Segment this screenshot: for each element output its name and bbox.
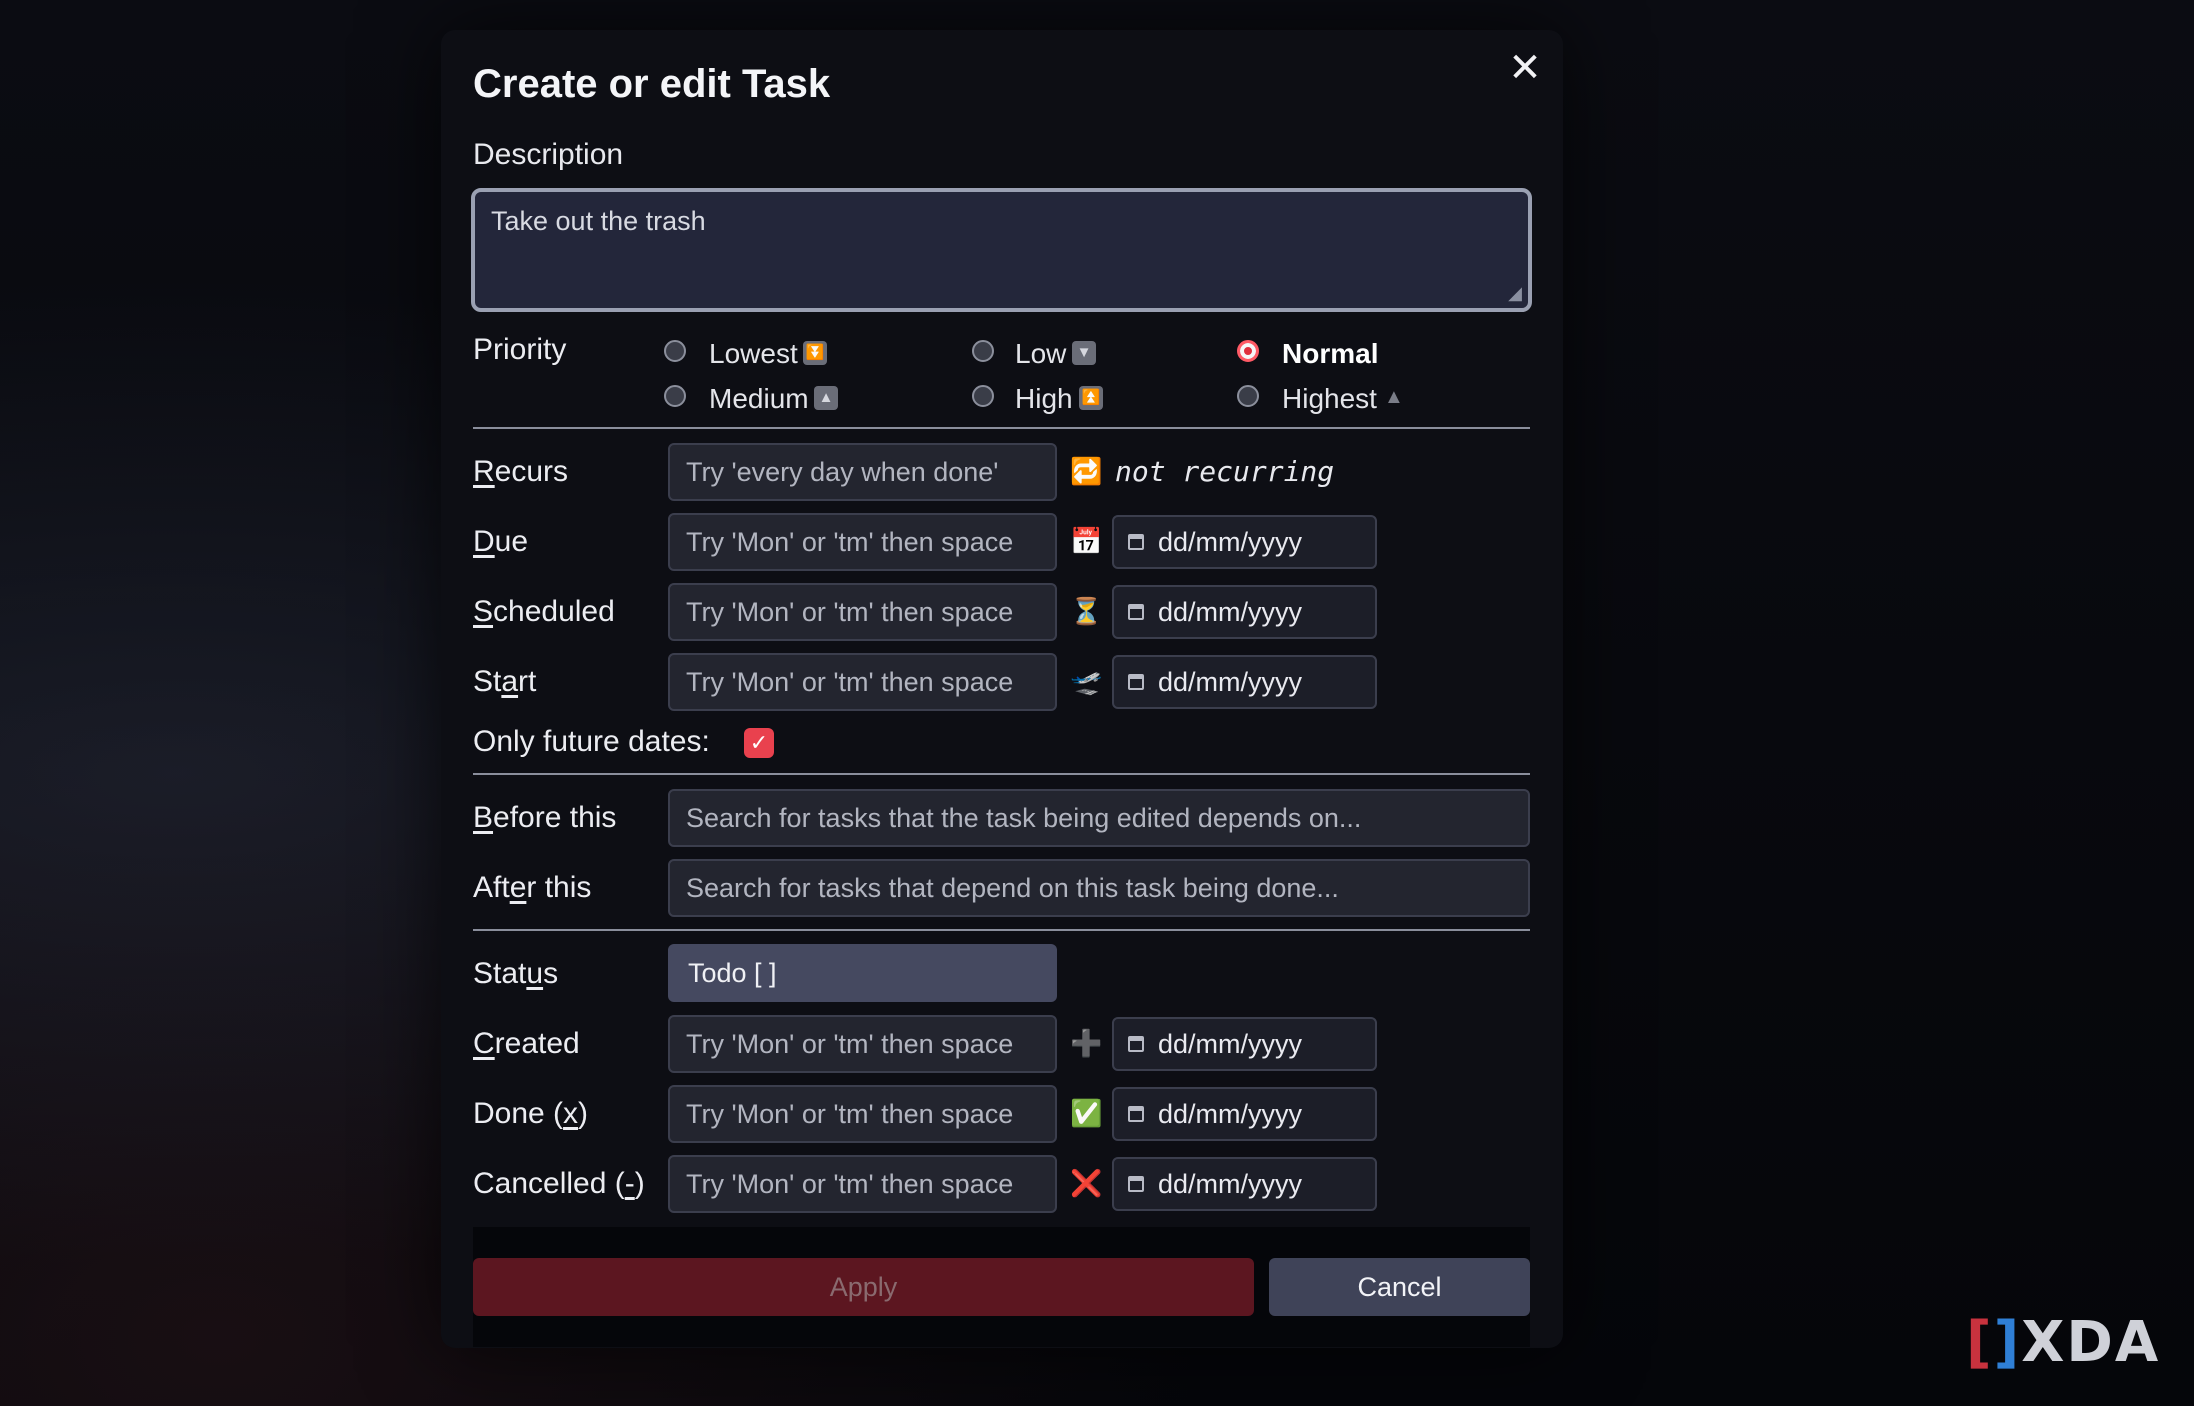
date-picker-icon[interactable] (1128, 1036, 1144, 1052)
resize-handle-icon[interactable]: ◢ (1508, 283, 1522, 304)
apply-button[interactable]: Apply (473, 1258, 1254, 1316)
recurs-input[interactable]: Try 'every day when done' (668, 443, 1057, 501)
priority-label-medium: Medium (709, 383, 809, 414)
before-this-label: Before this (473, 801, 617, 834)
created-placeholder: Try 'Mon' or 'tm' then space (686, 1028, 1014, 1059)
divider (473, 773, 1530, 775)
hourglass-icon: ⏳ (1070, 596, 1103, 626)
date-picker-icon[interactable] (1128, 604, 1144, 620)
before-this-placeholder: Search for tasks that the task being edi… (686, 802, 1362, 833)
dialog-title: Create or edit Task (473, 62, 831, 106)
cancelled-input[interactable]: Try 'Mon' or 'tm' then space (668, 1155, 1057, 1213)
priority-radio-normal[interactable] (1237, 340, 1259, 362)
plus-icon: ➕ (1070, 1028, 1103, 1058)
cancelled-placeholder: Try 'Mon' or 'tm' then space (686, 1168, 1014, 1199)
priority-radio-low[interactable] (972, 340, 994, 362)
date-picker-icon[interactable] (1128, 674, 1144, 690)
calendar-icon: 📅 (1070, 526, 1103, 556)
start-date-placeholder: dd/mm/yyyy (1158, 666, 1303, 697)
divider (473, 929, 1530, 931)
status-label: Status (473, 957, 559, 990)
watermark-text: XDA (2021, 1310, 2161, 1375)
only-future-dates-label: Only future dates: (473, 725, 710, 758)
done-date-picker[interactable]: dd/mm/yyyy (1112, 1087, 1377, 1141)
recurs-placeholder: Try 'every day when done' (686, 456, 999, 487)
priority-label-highest: Highest (1282, 383, 1377, 414)
cross-mark-icon: ❌ (1070, 1168, 1103, 1198)
priority-label-high: High (1015, 383, 1073, 414)
created-date-picker[interactable]: dd/mm/yyyy (1112, 1017, 1377, 1071)
after-this-label: After this (473, 871, 592, 904)
due-date-placeholder: dd/mm/yyyy (1158, 526, 1303, 557)
up-triangle-icon: ▲ (814, 386, 838, 410)
priority-radio-high[interactable] (972, 385, 994, 407)
done-date-placeholder: dd/mm/yyyy (1158, 1098, 1303, 1129)
priority-label-low: Low (1015, 338, 1067, 369)
done-input[interactable]: Try 'Mon' or 'tm' then space (668, 1085, 1057, 1143)
down-triangle-icon: ▼ (1072, 341, 1096, 365)
priority-radio-lowest[interactable] (664, 340, 686, 362)
only-future-dates-checkbox[interactable]: ✓ (744, 728, 774, 758)
priority-radio-medium[interactable] (664, 385, 686, 407)
created-date-placeholder: dd/mm/yyyy (1158, 1028, 1303, 1059)
due-input[interactable]: Try 'Mon' or 'tm' then space (668, 513, 1057, 571)
start-date-picker[interactable]: dd/mm/yyyy (1112, 655, 1377, 709)
after-this-input[interactable]: Search for tasks that depend on this tas… (668, 859, 1530, 917)
date-picker-icon[interactable] (1128, 1176, 1144, 1192)
double-up-arrow-icon: ⏫ (1079, 386, 1103, 410)
check-mark-icon: ✅ (1070, 1098, 1103, 1128)
cancelled-date-picker[interactable]: dd/mm/yyyy (1112, 1157, 1377, 1211)
before-this-input[interactable]: Search for tasks that the task being edi… (668, 789, 1530, 847)
description-value: Take out the trash (491, 206, 706, 236)
done-label: Done (x) (473, 1097, 589, 1130)
scheduled-date-picker[interactable]: dd/mm/yyyy (1112, 585, 1377, 639)
priority-label-lowest: Lowest (709, 338, 798, 369)
scheduled-label: Scheduled (473, 595, 615, 628)
priority-label: Priority (473, 333, 567, 366)
recurs-label: Recurs (473, 455, 569, 488)
priority-radio-highest[interactable] (1237, 385, 1259, 407)
scheduled-placeholder: Try 'Mon' or 'tm' then space (686, 596, 1014, 627)
repeat-icon: 🔁 (1070, 456, 1103, 486)
small-up-triangle-icon: ▲ (1384, 386, 1404, 408)
watermark-logo: []XDA (1966, 1310, 2161, 1375)
cancel-button[interactable]: Cancel (1269, 1258, 1530, 1316)
description-label: Description (473, 138, 624, 171)
double-down-arrow-icon: ⏬ (803, 341, 827, 365)
date-picker-icon[interactable] (1128, 1106, 1144, 1122)
created-label: Created (473, 1027, 580, 1060)
due-placeholder: Try 'Mon' or 'tm' then space (686, 526, 1014, 557)
cancelled-label: Cancelled (-) (473, 1167, 645, 1200)
done-placeholder: Try 'Mon' or 'tm' then space (686, 1098, 1014, 1129)
scheduled-input[interactable]: Try 'Mon' or 'tm' then space (668, 583, 1057, 641)
airplane-departure-icon: 🛫 (1070, 666, 1103, 696)
recurs-status: not recurring (1115, 455, 1335, 488)
due-label: Due (473, 525, 529, 558)
status-select[interactable]: Todo [ ] (668, 944, 1057, 1002)
cancelled-date-placeholder: dd/mm/yyyy (1158, 1168, 1303, 1199)
date-picker-icon[interactable] (1128, 534, 1144, 550)
close-icon[interactable]: ✕ (1505, 48, 1545, 88)
start-input[interactable]: Try 'Mon' or 'tm' then space (668, 653, 1057, 711)
after-this-placeholder: Search for tasks that depend on this tas… (686, 872, 1339, 903)
created-input[interactable]: Try 'Mon' or 'tm' then space (668, 1015, 1057, 1073)
start-placeholder: Try 'Mon' or 'tm' then space (686, 666, 1014, 697)
divider (473, 427, 1530, 429)
start-label: Start (473, 665, 537, 698)
description-textarea[interactable]: Take out the trash ◢ (471, 188, 1532, 312)
scheduled-date-placeholder: dd/mm/yyyy (1158, 596, 1303, 627)
priority-label-normal: Normal (1282, 338, 1379, 369)
status-value: Todo [ ] (688, 957, 777, 988)
due-date-picker[interactable]: dd/mm/yyyy (1112, 515, 1377, 569)
